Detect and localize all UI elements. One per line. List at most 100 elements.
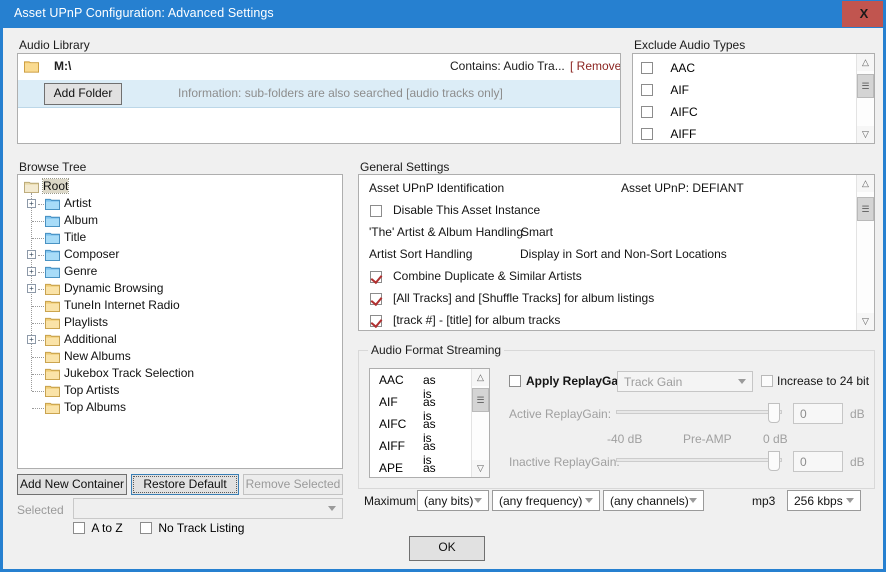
dialog-window: Asset UPnP Configuration: Advanced Setti… — [0, 0, 886, 572]
format-mode: as is — [423, 461, 436, 477]
selected-combobox[interactable] — [73, 498, 343, 519]
checkbox-aac[interactable] — [641, 61, 653, 74]
exclude-item-aif[interactable]: AIF — [641, 82, 841, 104]
general-row-label: [track #] - [title] for album tracks — [393, 313, 561, 327]
inactive-replaygain-slider-track[interactable] — [616, 458, 782, 462]
close-button[interactable]: X — [842, 1, 883, 27]
expander-plus-icon[interactable]: + — [27, 267, 36, 276]
tree-connector — [38, 272, 44, 274]
add-new-container-label: Add New Container — [19, 477, 125, 491]
checkbox-aifc[interactable] — [641, 105, 653, 118]
expander-plus-icon[interactable]: + — [27, 335, 36, 344]
scroll-up-icon[interactable]: △ — [472, 369, 489, 386]
exclude-scrollbar[interactable]: △ ☰ ▽ — [856, 54, 874, 143]
folder-blue-icon — [45, 249, 60, 261]
format-list-scrollbar[interactable]: △ ☰ ▽ — [471, 369, 489, 477]
max-bits-combobox[interactable]: (any bits) — [417, 490, 489, 511]
folder-yellow-icon — [45, 351, 60, 363]
exclude-item-aiff[interactable]: AIFF — [641, 126, 841, 143]
general-row-label: Asset UPnP Identification — [369, 181, 505, 195]
checkbox-increase-24bit[interactable] — [761, 375, 773, 387]
max-frequency-combobox[interactable]: (any frequency) — [492, 490, 600, 511]
checkbox-disable-asset-instance[interactable] — [370, 205, 382, 217]
tree-node-label: Artist — [64, 196, 92, 210]
general-row-label: [All Tracks] and [Shuffle Tracks] for al… — [393, 291, 655, 305]
folder-blue-icon — [45, 198, 60, 210]
scrollbar-thumb[interactable]: ☰ — [857, 74, 874, 98]
scroll-up-icon[interactable]: △ — [857, 54, 874, 71]
general-row-value: Display in Sort and Non-Sort Locations — [520, 247, 727, 261]
tree-node-label: Jukebox Track Selection — [64, 366, 195, 380]
folder-yellow-icon — [45, 317, 60, 329]
library-information-text: Information: sub-folders are also search… — [178, 86, 503, 100]
checkbox-all-tracks-shuffle[interactable] — [370, 293, 382, 305]
remove-selected-label: Remove Selected — [245, 477, 341, 491]
checkbox-a-to-z[interactable] — [73, 522, 85, 534]
folder-yellow-icon — [45, 300, 60, 312]
exclude-item-aifc[interactable]: AIFC — [641, 104, 841, 126]
expander-plus-icon[interactable]: + — [27, 284, 36, 293]
restore-default-button[interactable]: Restore Default — [131, 474, 239, 495]
add-folder-button[interactable]: Add Folder — [44, 83, 122, 105]
format-name: AIFC — [379, 417, 407, 431]
active-replaygain-slider-thumb[interactable] — [768, 403, 780, 423]
browse-tree-panel: Root + Artist Album Title + Composer + G… — [17, 174, 343, 469]
bitrate-value: 256 kbps — [794, 493, 843, 508]
expander-plus-icon[interactable]: + — [27, 250, 36, 259]
checkbox-track-title-format[interactable] — [370, 315, 382, 327]
scroll-down-icon[interactable]: ▽ — [857, 126, 874, 143]
inactive-replaygain-slider-thumb[interactable] — [768, 451, 780, 471]
scroll-down-icon[interactable]: ▽ — [857, 313, 874, 330]
folder-yellow-icon — [45, 402, 60, 414]
tree-node-label: TuneIn Internet Radio — [64, 298, 180, 312]
library-remove-link[interactable]: [ Remove ] — [570, 59, 620, 73]
folder-blue-icon — [45, 232, 60, 244]
active-replaygain-value-field[interactable]: 0 — [793, 403, 843, 424]
checkbox-aiff[interactable] — [641, 127, 653, 140]
scrollbar-thumb[interactable]: ☰ — [472, 388, 489, 412]
inactive-replaygain-value: 0 — [800, 455, 807, 469]
checkbox-no-track-listing[interactable] — [140, 522, 153, 534]
exclude-item-label: AAC — [670, 60, 696, 75]
bitrate-combobox[interactable]: 256 kbps — [787, 490, 861, 511]
gain-mode-combobox[interactable]: Track Gain — [617, 371, 753, 392]
maximum-label: Maximum — [364, 494, 417, 508]
chevron-down-icon — [328, 505, 336, 511]
general-row-label: Disable This Asset Instance — [393, 203, 541, 217]
folder-blue-icon — [45, 215, 60, 227]
exclude-audio-types-group-label: Exclude Audio Types — [634, 38, 746, 52]
checkbox-aif[interactable] — [641, 83, 653, 96]
max-channels-combobox[interactable]: (any channels) — [603, 490, 704, 511]
inactive-replaygain-unit: dB — [850, 455, 865, 469]
ok-button[interactable]: OK — [409, 536, 485, 561]
exclude-item-label: AIFF — [670, 126, 697, 141]
tree-connector — [32, 306, 44, 308]
expander-plus-icon[interactable]: + — [27, 199, 36, 208]
format-name: APE — [379, 461, 404, 475]
audio-format-list[interactable]: AAC as is AIF as is AIFC as is AIFF as i… — [369, 368, 490, 478]
scrollbar-thumb[interactable]: ☰ — [857, 197, 874, 221]
tree-node-label: Album — [64, 213, 99, 227]
a-to-z-label: A to Z — [91, 521, 123, 535]
codec-label: mp3 — [752, 494, 776, 508]
tree-node-label: Top Albums — [64, 400, 127, 414]
add-new-container-button[interactable]: Add New Container — [17, 474, 127, 495]
exclude-item-aac[interactable]: AAC — [641, 60, 841, 82]
library-folder-row[interactable]: M:\ Contains: Audio Tra... [ Remove ] — [18, 54, 620, 79]
increase-24bit-label: Increase to 24 bit — [777, 374, 870, 388]
chevron-down-icon — [738, 378, 746, 384]
active-replaygain-slider-track[interactable] — [616, 410, 782, 414]
max-frequency-value: (any frequency) — [499, 493, 583, 508]
scale-max-label: 0 dB — [763, 432, 788, 446]
tree-node-label: Genre — [64, 264, 98, 278]
checkbox-apply-replaygain[interactable] — [509, 375, 521, 387]
active-replaygain-value: 0 — [800, 407, 807, 421]
scroll-down-icon[interactable]: ▽ — [472, 460, 489, 477]
checkbox-combine-duplicate-artists[interactable] — [370, 271, 382, 283]
general-settings-scrollbar[interactable]: △ ☰ ▽ — [856, 175, 874, 330]
general-row-label: 'The' Artist & Album Handling — [369, 225, 523, 239]
inactive-replaygain-value-field[interactable]: 0 — [793, 451, 843, 472]
scroll-up-icon[interactable]: △ — [857, 175, 874, 192]
remove-selected-button[interactable]: Remove Selected — [243, 474, 343, 495]
format-name: AAC — [379, 373, 404, 387]
